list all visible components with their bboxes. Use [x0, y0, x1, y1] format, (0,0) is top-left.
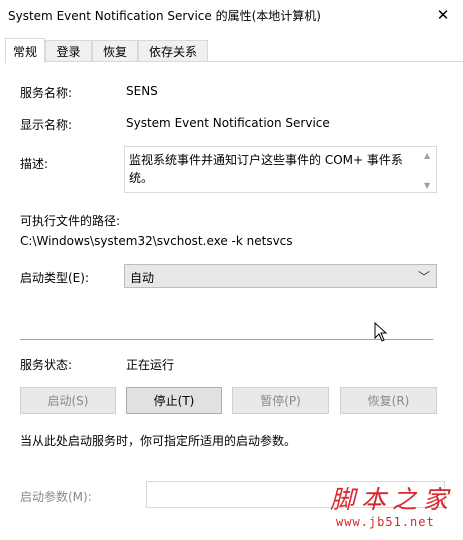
watermark: 脚本之家 www.jb51.net	[330, 480, 462, 535]
window-title: System Event Notification Service 的属性(本地…	[8, 9, 321, 23]
display-name-value: System Event Notification Service	[126, 116, 330, 130]
description-label: 描述:	[20, 157, 49, 171]
watermark-logo: 脚本之家	[330, 485, 455, 514]
display-name-label: 显示名称:	[20, 118, 73, 132]
watermark-url: www.jb51.net	[336, 515, 435, 529]
tab-divider	[5, 61, 463, 62]
close-icon: ✕	[436, 6, 450, 24]
separator	[20, 339, 433, 340]
pause-button[interactable]: 暂停(P)	[232, 387, 329, 414]
description-box[interactable]: 监视系统事件并通知订户这些事件的 COM+ 事件系统。 ▲ ▼	[124, 146, 437, 193]
path-label: 可执行文件的路径:	[20, 214, 121, 228]
resume-button[interactable]: 恢复(R)	[340, 387, 437, 414]
tab-logon[interactable]: 登录	[45, 40, 92, 61]
description-scrollbar[interactable]: ▲ ▼	[421, 147, 436, 192]
chevron-down-icon: ﹀	[417, 270, 430, 284]
startup-type-value: 自动	[130, 271, 155, 285]
tab-dependencies[interactable]: 依存关系	[138, 40, 208, 61]
tab-general[interactable]: 常规	[5, 38, 45, 63]
tab-recovery[interactable]: 恢复	[92, 40, 138, 61]
mouse-cursor-icon	[374, 322, 388, 342]
service-name-label: 服务名称:	[20, 86, 73, 100]
scroll-down-icon[interactable]: ▼	[424, 181, 430, 190]
close-button[interactable]: ✕	[423, 0, 463, 30]
path-value: C:\Windows\system32\svchost.exe -k netsv…	[20, 234, 293, 248]
service-status-label: 服务状态:	[20, 358, 73, 372]
service-status-value: 正在运行	[126, 358, 175, 372]
startup-type-label: 启动类型(E):	[20, 271, 89, 285]
startup-type-select[interactable]: 自动 ﹀	[124, 264, 437, 288]
stop-button[interactable]: 停止(T)	[126, 387, 222, 414]
start-params-hint: 当从此处启动服务时，你可指定所适用的启动参数。	[20, 434, 297, 448]
scroll-up-icon[interactable]: ▲	[424, 151, 430, 160]
service-name-value: SENS	[126, 84, 158, 98]
description-text: 监视系统事件并通知订户这些事件的 COM+ 事件系统。	[129, 153, 403, 185]
start-button[interactable]: 启动(S)	[20, 387, 116, 414]
title-bar: System Event Notification Service 的属性(本地…	[0, 0, 463, 30]
start-params-label: 启动参数(M):	[20, 490, 92, 504]
